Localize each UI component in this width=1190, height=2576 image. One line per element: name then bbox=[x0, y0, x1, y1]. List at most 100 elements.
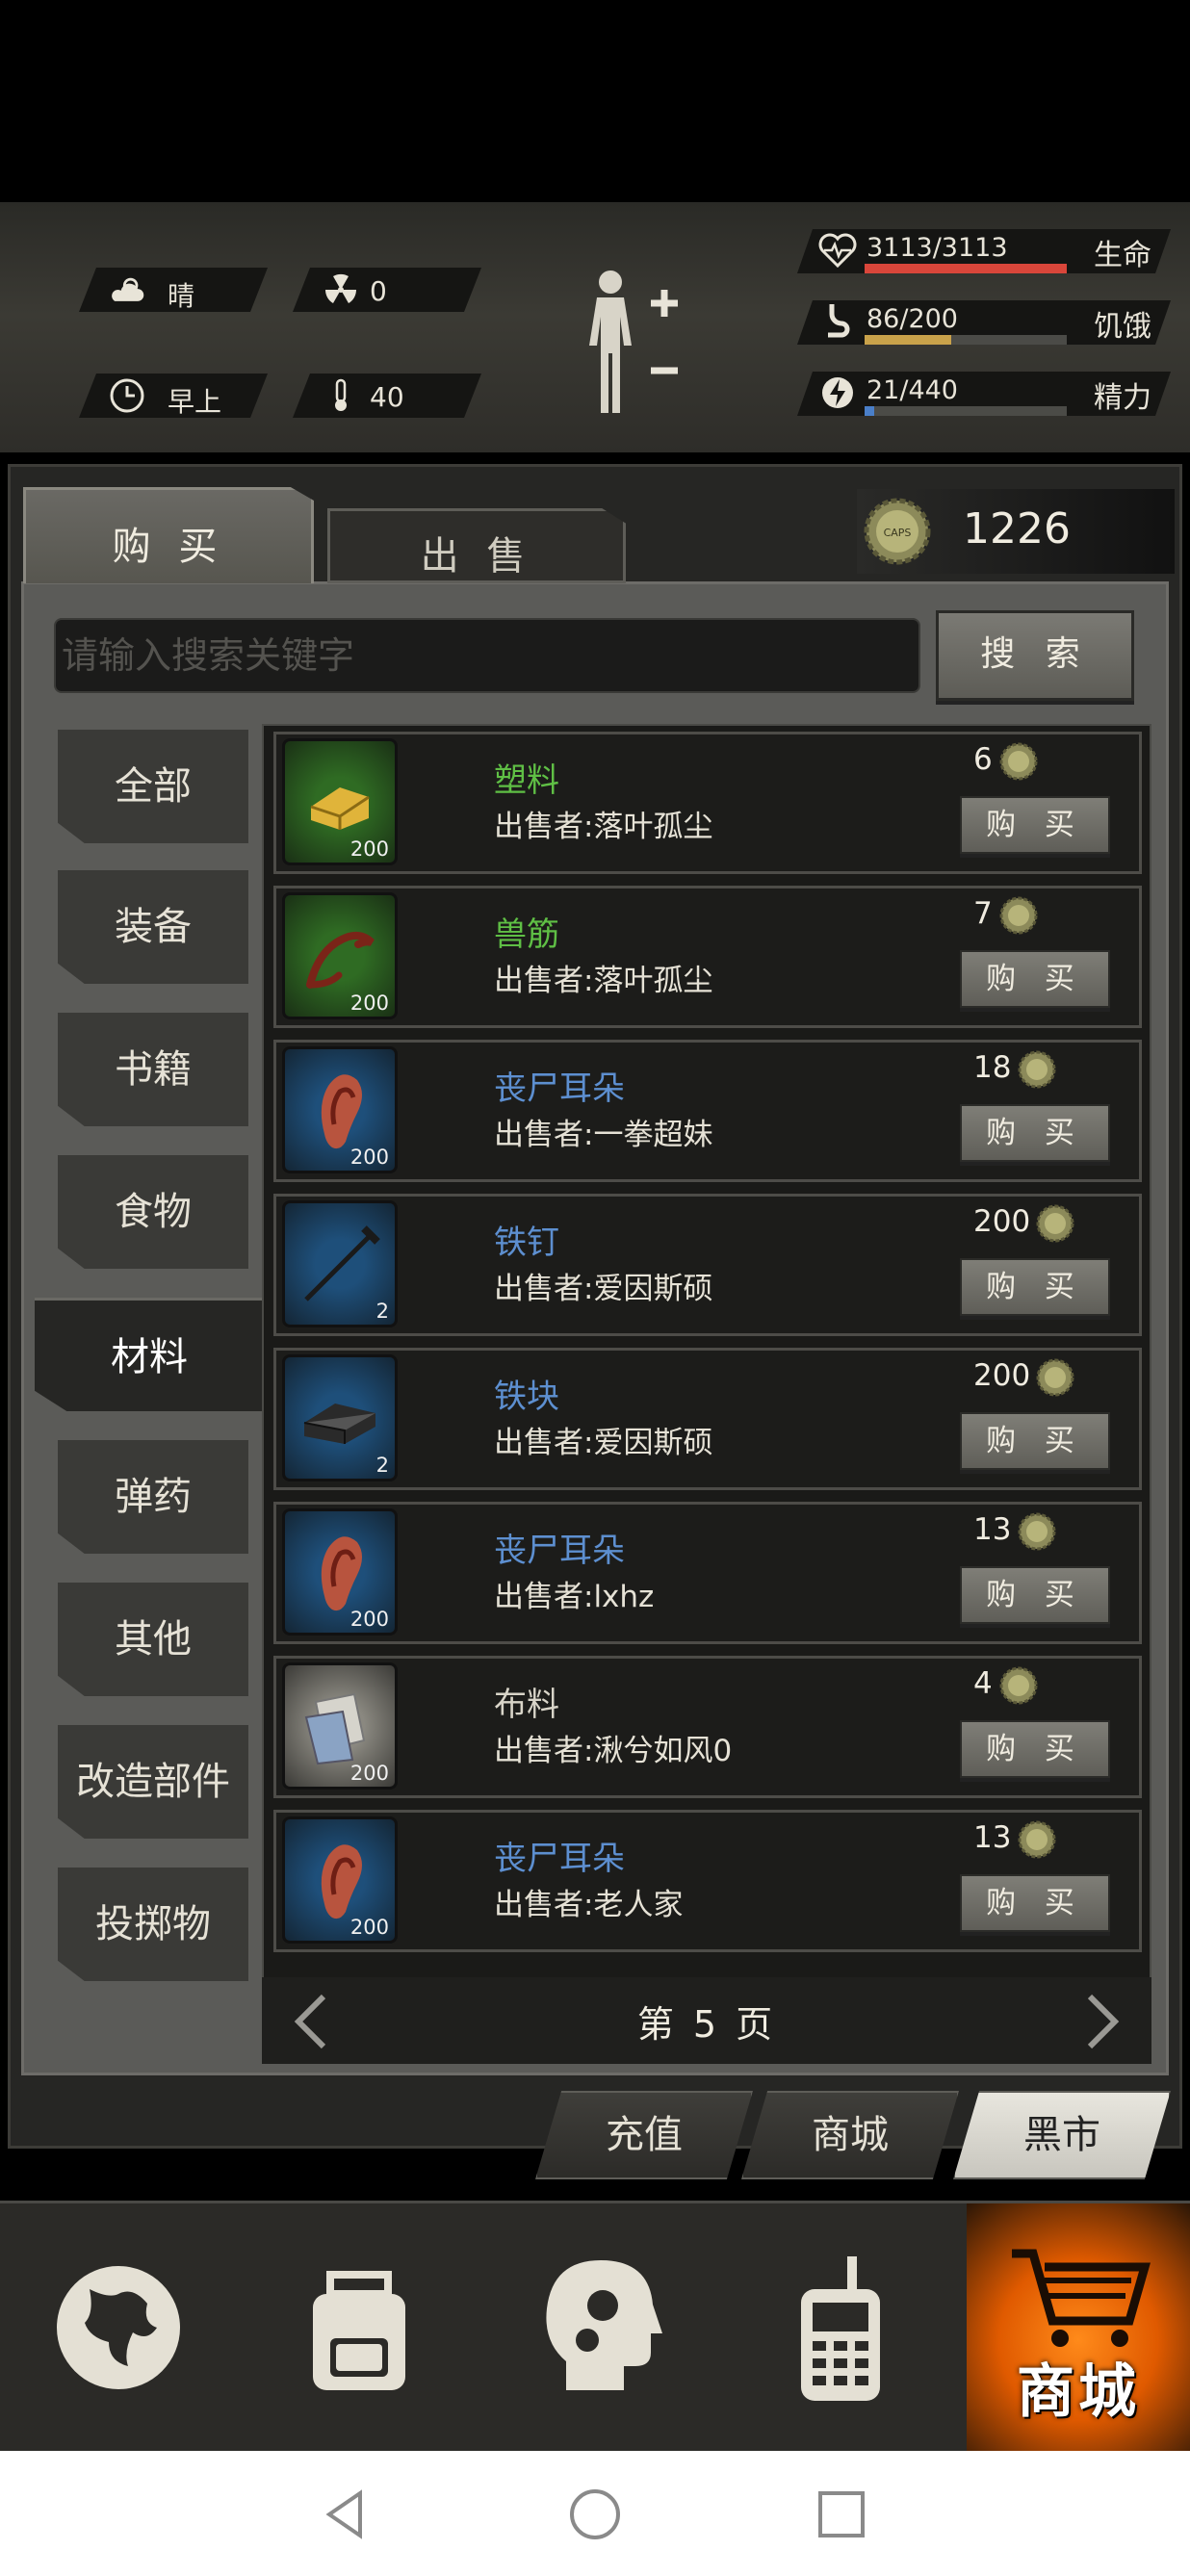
item-price: 6 bbox=[973, 742, 993, 777]
buy-button[interactable]: 购 买 bbox=[960, 1258, 1110, 1316]
category-8[interactable]: 投掷物 bbox=[58, 1868, 248, 1981]
bottle-cap-coin-icon bbox=[997, 740, 1040, 786]
buy-button[interactable]: 购 买 bbox=[960, 1720, 1110, 1778]
tab-sell[interactable]: 出 售 bbox=[327, 508, 626, 583]
market-tab-0[interactable]: 充值 bbox=[535, 2091, 753, 2179]
radiation-indicator: 0 bbox=[293, 268, 481, 312]
item-card[interactable]: 200 丧尸耳朵出售者:lxhz 13 购 买 bbox=[273, 1502, 1142, 1644]
nav-radio[interactable] bbox=[722, 2203, 959, 2452]
shop-label: 商城 bbox=[1017, 2358, 1140, 2426]
item-seller: 出售者:老人家 bbox=[494, 1888, 684, 1922]
tab-buy[interactable]: 购 买 bbox=[23, 487, 314, 583]
buy-button[interactable]: 购 买 bbox=[960, 1874, 1110, 1932]
item-name: 铁块 bbox=[494, 1378, 559, 1416]
item-icon-box: 200 bbox=[282, 1508, 398, 1636]
body-figure-icon bbox=[589, 270, 678, 413]
category-3[interactable]: 食物 bbox=[58, 1155, 248, 1269]
item-list: 200 塑料 出售者:落叶孤尘 6 购 买 200 兽筋 出售者:落叶孤尘 7 购 买 200 丧尸耳… bbox=[262, 724, 1151, 2064]
shopping-cart-icon bbox=[1012, 2249, 1151, 2347]
item-icon-box: 2 bbox=[282, 1200, 398, 1327]
health-value: 3113/3113 bbox=[867, 233, 1008, 263]
bottle-cap-coin-icon bbox=[997, 894, 1040, 940]
item-card[interactable]: 2 铁块 出售者:爱因斯硕 200 购 买 bbox=[273, 1348, 1142, 1490]
hunger-bar bbox=[865, 335, 1067, 345]
head-gears-icon bbox=[546, 2260, 662, 2390]
energy-label: 精力 bbox=[1094, 381, 1151, 415]
category-7[interactable]: 改造部件 bbox=[58, 1725, 248, 1839]
item-card[interactable]: 200 兽筋 出售者:落叶孤尘 7 购 买 bbox=[273, 886, 1142, 1028]
temperature-indicator: 40 bbox=[293, 374, 481, 418]
system-navigation-bar bbox=[0, 2451, 1190, 2576]
item-card[interactable]: 2 铁钉 出售者:爱因斯硕 200 购 买 bbox=[273, 1194, 1142, 1336]
cloudy-sun-icon bbox=[108, 271, 146, 308]
item-seller: 出售者:lxhz bbox=[494, 1580, 655, 1614]
search-input[interactable] bbox=[54, 618, 920, 693]
item-seller: 出售者:一拳超妹 bbox=[494, 1118, 713, 1152]
weather-indicator: 晴 bbox=[79, 268, 268, 312]
category-5[interactable]: 弹药 bbox=[58, 1440, 248, 1554]
recents-icon[interactable] bbox=[813, 2486, 870, 2543]
bottle-cap-coin-icon bbox=[1016, 1048, 1058, 1095]
buy-button[interactable]: 购 买 bbox=[960, 1104, 1110, 1162]
item-price: 200 bbox=[973, 1204, 1031, 1239]
energy-bar bbox=[865, 406, 1067, 416]
bottle-cap-coin-icon: CAPS bbox=[861, 495, 934, 572]
heart-icon bbox=[818, 231, 857, 270]
radiation-value: 0 bbox=[370, 275, 387, 307]
item-seller: 出售者:湫兮如风0 bbox=[494, 1734, 733, 1768]
item-card[interactable]: 200 塑料 出售者:落叶孤尘 6 购 买 bbox=[273, 732, 1142, 874]
bottle-cap-coin-icon bbox=[1016, 1818, 1058, 1865]
item-card[interactable]: 200 丧尸耳朵 出售者:一拳超妹 18 购 买 bbox=[273, 1040, 1142, 1182]
item-seller: 出售者:落叶孤尘 bbox=[494, 810, 713, 844]
nav-skills[interactable] bbox=[481, 2203, 718, 2452]
temperature-value: 40 bbox=[370, 381, 404, 413]
item-seller: 出售者:落叶孤尘 bbox=[494, 964, 713, 998]
category-1[interactable]: 装备 bbox=[58, 870, 248, 984]
nav-world-map[interactable] bbox=[0, 2203, 237, 2452]
item-seller: 出售者:爱因斯硕 bbox=[494, 1272, 713, 1306]
item-name: 布料 bbox=[494, 1686, 559, 1724]
buy-button[interactable]: 购 买 bbox=[960, 1566, 1110, 1624]
item-card[interactable]: 200 布料 出售者:湫兮如风0 4 购 买 bbox=[273, 1656, 1142, 1798]
item-icon-box: 200 bbox=[282, 1816, 398, 1944]
item-quantity: 2 bbox=[375, 1454, 389, 1477]
item-seller: 出售者:爱因斯硕 bbox=[494, 1426, 713, 1460]
nav-backpack[interactable] bbox=[241, 2203, 478, 2452]
item-quantity: 200 bbox=[349, 1608, 389, 1631]
buy-button[interactable]: 购 买 bbox=[960, 1412, 1110, 1470]
energy-stat: 21/440 精力 bbox=[797, 372, 1171, 416]
item-quantity: 200 bbox=[349, 1916, 389, 1939]
category-2[interactable]: 书籍 bbox=[58, 1013, 248, 1126]
item-card[interactable]: 200 丧尸耳朵 出售者:老人家 13 购 买 bbox=[273, 1810, 1142, 1952]
item-icon-box: 200 bbox=[282, 1046, 398, 1173]
item-icon-box: 200 bbox=[282, 892, 398, 1019]
thermometer-icon bbox=[322, 377, 360, 414]
energy-value: 21/440 bbox=[867, 375, 958, 405]
item-quantity: 2 bbox=[375, 1300, 389, 1323]
back-icon[interactable] bbox=[318, 2486, 375, 2543]
item-name: 丧尸耳朵 bbox=[494, 1532, 625, 1570]
health-label: 生命 bbox=[1094, 239, 1151, 272]
bottle-cap-coin-icon bbox=[1034, 1356, 1076, 1403]
category-0[interactable]: 全部 bbox=[58, 730, 248, 843]
search-button[interactable]: 搜 索 bbox=[936, 610, 1134, 701]
time-label: 早上 bbox=[168, 386, 222, 418]
home-icon[interactable] bbox=[566, 2486, 624, 2543]
item-icon-box: 2 bbox=[282, 1354, 398, 1481]
buy-button[interactable]: 购 买 bbox=[960, 796, 1110, 854]
item-quantity: 200 bbox=[349, 1762, 389, 1785]
item-price: 13 bbox=[973, 1512, 1012, 1547]
nav-shop[interactable]: 商城 bbox=[967, 2203, 1190, 2452]
stomach-icon bbox=[818, 302, 857, 341]
weather-label: 晴 bbox=[168, 280, 195, 312]
bottle-cap-coin-icon bbox=[1016, 1510, 1058, 1557]
market-tab-2[interactable]: 黑市 bbox=[953, 2091, 1171, 2179]
category-4[interactable]: 材料 bbox=[35, 1298, 264, 1411]
buy-button[interactable]: 购 买 bbox=[960, 950, 1110, 1008]
body-status-button[interactable] bbox=[576, 265, 691, 419]
category-6[interactable]: 其他 bbox=[58, 1583, 248, 1696]
market-tab-1[interactable]: 商城 bbox=[741, 2091, 959, 2179]
svg-text:CAPS: CAPS bbox=[884, 527, 912, 539]
next-page-arrow-icon[interactable] bbox=[1084, 1993, 1123, 2050]
globe-icon bbox=[57, 2266, 180, 2389]
